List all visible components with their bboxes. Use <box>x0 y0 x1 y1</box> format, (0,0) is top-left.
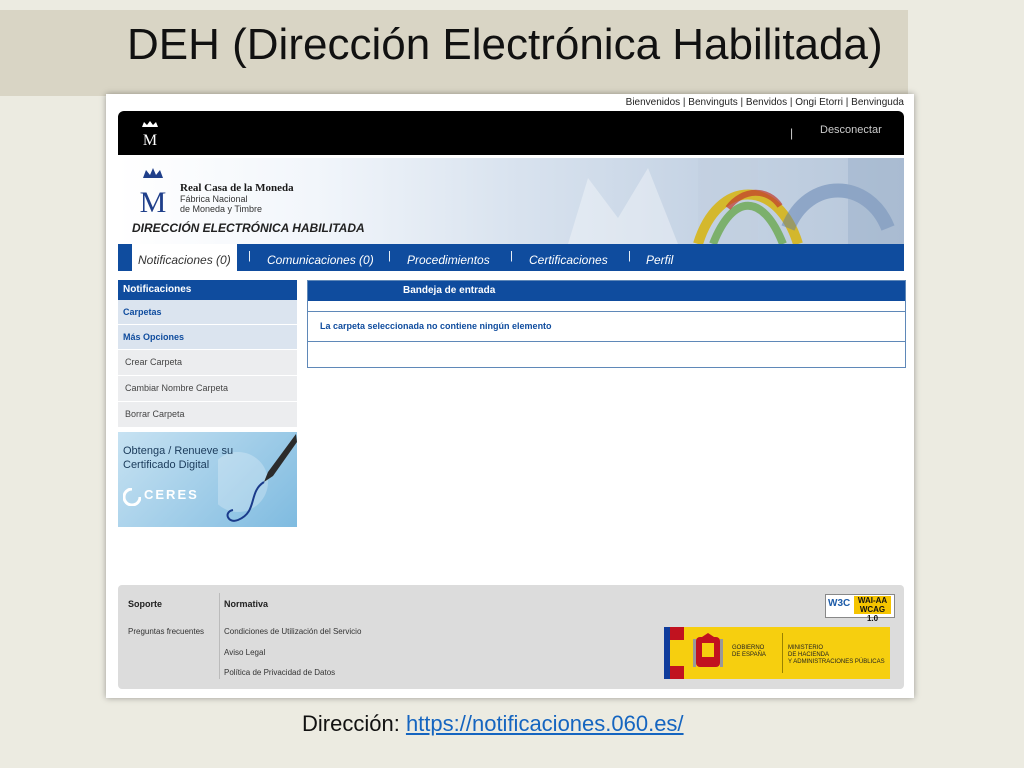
sidebar-item-borrar-carpeta[interactable]: Borrar Carpeta <box>118 402 297 428</box>
sidebar-item-crear-carpeta[interactable]: Crear Carpeta <box>118 350 297 376</box>
sidebar-item-mas-opciones[interactable]: Más Opciones <box>118 325 297 350</box>
inbox-header-row <box>308 301 905 312</box>
ceres-line-1: Obtenga / Renueve su <box>123 445 234 457</box>
footer-privacy-link[interactable]: Política de Privacidad de Datos <box>224 668 335 677</box>
tab-notificaciones[interactable]: Notificaciones (0) <box>132 244 237 271</box>
sidebar-item-cambiar-nombre[interactable]: Cambiar Nombre Carpeta <box>118 376 297 402</box>
banner-graphic <box>568 158 904 244</box>
wcag-version: WCAG 1.0 <box>859 605 886 623</box>
gobierno-text: GOBIERNO DE ESPAÑA <box>732 645 766 659</box>
government-logo: GOBIERNO DE ESPAÑA MINISTERIO DE HACIEND… <box>664 627 890 679</box>
org-subtitle-2: de Moneda y Timbre <box>180 204 263 214</box>
org-name: Real Casa de la Moneda <box>180 182 294 194</box>
nav-separator: | <box>510 250 513 262</box>
header-banner: M Real Casa de la Moneda Fábrica Naciona… <box>118 158 904 244</box>
sidebar-title: Notificaciones <box>118 280 297 300</box>
gov-divider <box>782 633 783 673</box>
crown-m-icon: M <box>142 121 158 147</box>
top-bar: M | Desconectar <box>118 111 904 155</box>
app-title: DIRECCIÓN ELECTRÓNICA HABILITADA <box>132 221 365 235</box>
main-nav: Notificaciones (0) | Comunicaciones (0) … <box>118 244 904 271</box>
tab-procedimientos[interactable]: Procedimientos <box>407 244 490 271</box>
nav-separator: | <box>628 250 631 262</box>
nav-separator: | <box>248 250 251 262</box>
sidebar-item-carpetas[interactable]: Carpetas <box>118 300 297 325</box>
ministerio-text: MINISTERIO DE HACIENDA Y ADMINISTRACIONE… <box>788 645 885 666</box>
ceres-logo-icon <box>123 488 141 506</box>
footer-faq-link[interactable]: Preguntas frecuentes <box>128 627 204 636</box>
sidebar: Notificaciones Carpetas Más Opciones Cre… <box>118 280 297 428</box>
caption-label: Dirección: <box>302 711 400 736</box>
inbox-title: Bandeja de entrada <box>308 281 905 301</box>
footer-conditions-link[interactable]: Condiciones de Utilización del Servicio <box>224 627 361 636</box>
wai-label: WAI-AA WCAG 1.0 <box>854 596 891 623</box>
separator: | <box>790 126 794 140</box>
tab-comunicaciones[interactable]: Comunicaciones (0) <box>267 244 374 271</box>
footer-support-heading: Soporte <box>128 599 163 609</box>
ceres-banner[interactable]: Obtenga / Renueve su Certificado Digital… <box>118 432 297 527</box>
nav-separator: | <box>388 250 391 262</box>
inbox-panel: Bandeja de entrada La carpeta selecciona… <box>307 280 906 368</box>
logout-link[interactable]: Desconectar <box>820 124 882 136</box>
inbox-empty-message: La carpeta seleccionada no contiene ning… <box>308 312 905 342</box>
w3c-logo: W3C <box>828 598 851 609</box>
tab-certificaciones[interactable]: Certificaciones <box>529 244 608 271</box>
browser-screenshot: Bienvenidos | Benvinguts | Benvidos | On… <box>106 94 914 698</box>
ceres-line-2: Certificado Digital <box>123 459 210 471</box>
tab-perfil[interactable]: Perfil <box>646 244 673 271</box>
ceres-logo-text: CERES <box>144 487 199 502</box>
slide-title: DEH (Dirección Electrónica Habilitada) <box>127 20 883 69</box>
svg-text:M: M <box>143 132 157 147</box>
footer-legal-link[interactable]: Aviso Legal <box>224 648 265 657</box>
eu-stripe <box>664 627 670 679</box>
wai-level: WAI-AA <box>857 596 888 605</box>
footer: Soporte Preguntas frecuentes Normativa C… <box>118 585 904 689</box>
min-line-3: Y ADMINISTRACIONES PÚBLICAS <box>788 659 885 665</box>
min-line-1: MINISTERIO <box>788 645 824 651</box>
gov-line-1: GOBIERNO <box>732 645 765 651</box>
language-selector[interactable]: Bienvenidos | Benvinguts | Benvidos | On… <box>626 97 904 108</box>
footer-divider <box>219 593 220 679</box>
fnmt-logo-icon: M <box>140 168 167 216</box>
slide-caption: Dirección: https://notificaciones.060.es… <box>302 711 684 737</box>
w3c-wai-badge[interactable]: W3C WAI-AA WCAG 1.0 <box>825 594 895 623</box>
min-line-2: DE HACIENDA <box>788 652 830 658</box>
gov-line-2: DE ESPAÑA <box>732 652 766 658</box>
svg-text:M: M <box>140 186 167 216</box>
coat-of-arms-icon <box>693 633 723 667</box>
footer-normativa-heading: Normativa <box>224 599 269 609</box>
caption-url-link[interactable]: https://notificaciones.060.es/ <box>406 711 684 736</box>
org-subtitle-1: Fábrica Nacional <box>180 194 248 204</box>
